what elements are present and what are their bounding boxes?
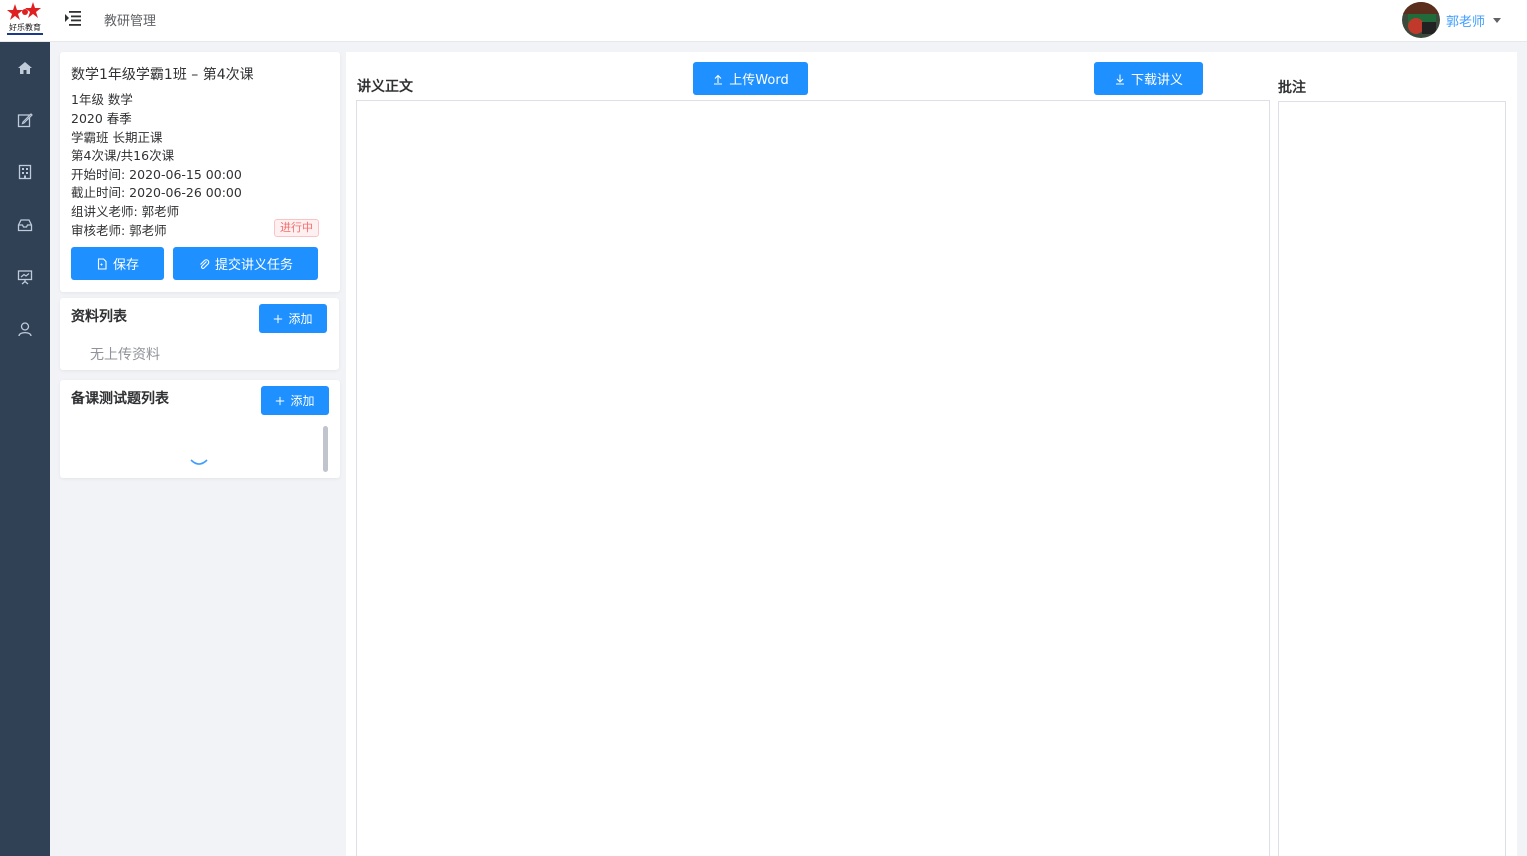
download-icon	[1115, 74, 1124, 85]
lecture-editor[interactable]	[356, 100, 1270, 856]
materials-title: 资料列表	[71, 309, 127, 325]
annotation-panel[interactable]	[1278, 101, 1506, 856]
home-icon	[18, 62, 32, 74]
caret-down-icon	[1493, 17, 1501, 23]
sidebar-item-edit[interactable]	[0, 100, 50, 140]
logo-text: 好乐教育	[9, 22, 41, 32]
sidebar-item-building[interactable]	[0, 152, 50, 192]
reviewer-teacher: 审核老师: 郭老师	[71, 223, 167, 238]
add-quiz-label: 添加	[290, 394, 315, 408]
organizer-teacher: 组讲义老师: 郭老师	[71, 204, 180, 219]
paperclip-icon	[200, 258, 210, 269]
quiz-list-title: 备课测试题列表	[71, 391, 169, 407]
sidebar-item-inbox[interactable]	[0, 205, 50, 245]
course-info-card: 数学1年级学霸1班 – 第4次课 1年级 数学 2020 春季 学霸班 长期正课…	[60, 52, 340, 292]
sidebar-item-user[interactable]	[0, 309, 50, 349]
user-name: 郭老师	[1445, 14, 1485, 30]
quiz-list-card: 备课测试题列表 添加	[60, 380, 340, 478]
annotation-title: 批注	[1278, 80, 1306, 96]
sidebar	[0, 42, 50, 856]
end-time: 截止时间: 2020-06-26 00:00	[71, 185, 242, 200]
course-title: 数学1年级学霸1班 – 第4次课	[71, 67, 254, 83]
avatar	[1401, 2, 1440, 38]
building-icon	[18, 164, 32, 180]
add-material-label: 添加	[288, 312, 313, 326]
add-material-button[interactable]: 添加	[259, 304, 327, 333]
user-menu[interactable]: 郭老师	[1401, 2, 1501, 38]
start-time: 开始时间: 2020-06-15 00:00	[71, 167, 242, 182]
grade-subject: 1年级 数学	[71, 92, 133, 107]
top-bar: 好乐教育 教研管理 郭老师	[0, 0, 1527, 42]
upload-word-button[interactable]: 上传Word	[693, 62, 808, 95]
status-badge: 进行中	[274, 219, 319, 237]
inbox-icon	[17, 219, 33, 232]
quiz-list-scrollbar[interactable]	[323, 426, 328, 472]
materials-card: 资料列表 添加 无上传资料	[60, 298, 339, 370]
save-label: 保存	[112, 258, 139, 273]
download-lecture-button[interactable]: 下载讲义	[1094, 62, 1203, 95]
submit-lecture-task-button[interactable]: 提交讲义任务	[173, 247, 318, 280]
logo[interactable]: 好乐教育	[3, 2, 47, 38]
upload-icon	[714, 74, 723, 85]
upload-word-label: 上传Word	[729, 73, 789, 88]
empty-materials-text: 无上传资料	[90, 347, 160, 363]
submit-label: 提交讲义任务	[214, 258, 293, 273]
edit-icon	[17, 113, 33, 128]
lecture-title: 讲义正文	[357, 79, 413, 95]
download-lecture-label: 下载讲义	[1130, 73, 1183, 88]
loading-spinner-icon	[190, 459, 208, 465]
document-icon	[97, 257, 107, 270]
year-term: 2020 春季	[71, 111, 132, 126]
menu-toggle-icon[interactable]	[64, 10, 82, 26]
plus-icon	[276, 396, 285, 405]
add-quiz-button[interactable]: 添加	[261, 386, 329, 415]
lesson-progress: 第4次课/共16次课	[71, 148, 175, 163]
save-button[interactable]: 保存	[71, 247, 164, 280]
sidebar-item-presentation[interactable]	[0, 257, 50, 297]
user-icon	[18, 322, 32, 337]
class-type: 学霸班 长期正课	[71, 130, 163, 145]
plus-icon	[274, 314, 283, 323]
presentation-icon	[17, 270, 33, 285]
breadcrumb[interactable]: 教研管理	[104, 10, 156, 29]
sidebar-item-home[interactable]	[0, 48, 50, 88]
